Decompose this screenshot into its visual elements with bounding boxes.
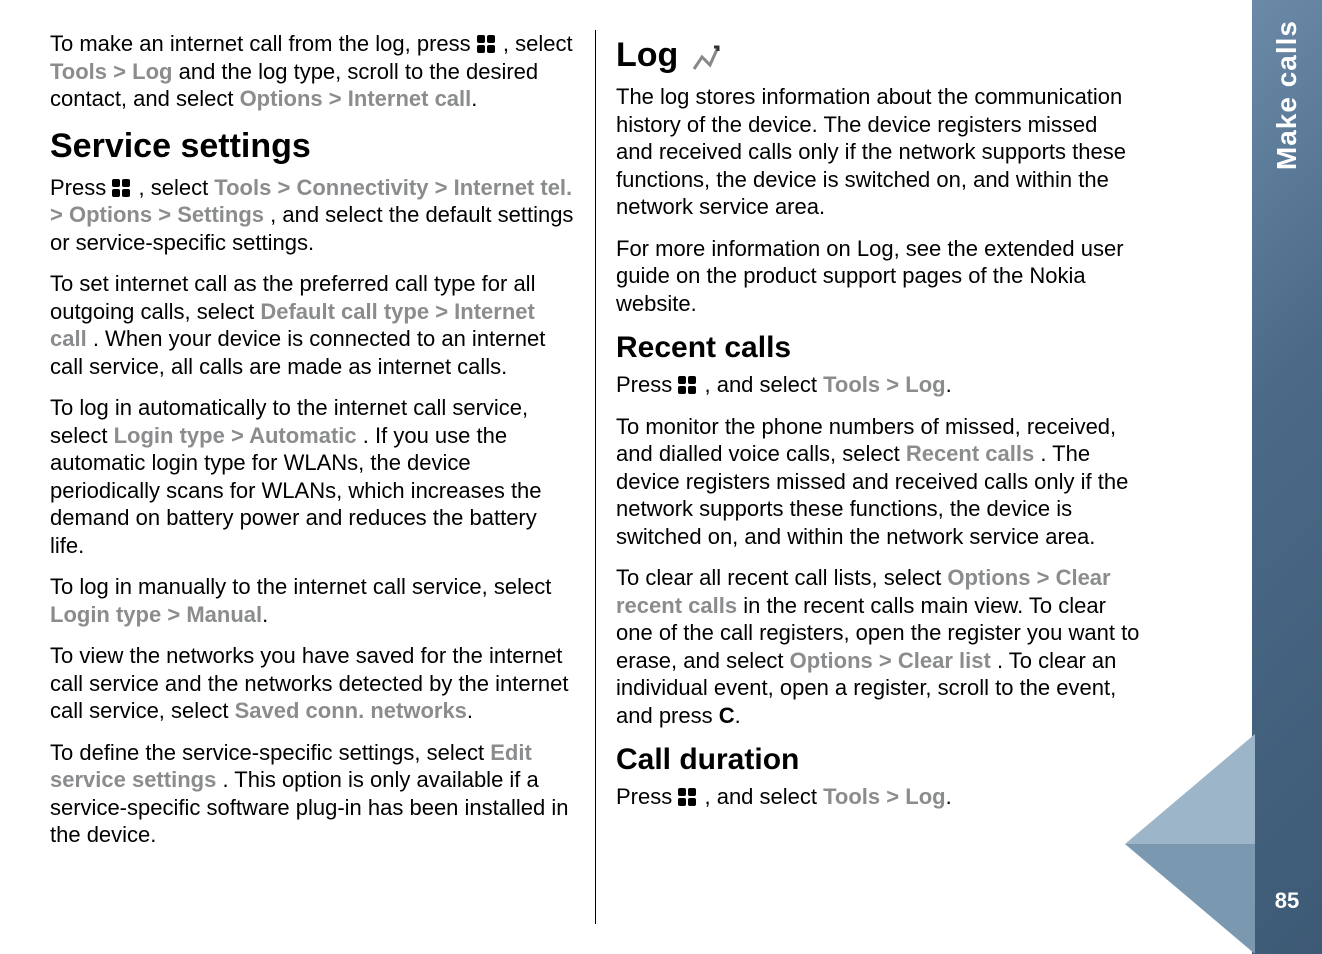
text: Press: [616, 784, 678, 809]
text: Press: [50, 175, 112, 200]
key-c: C: [719, 703, 735, 728]
ui-label-options: Options: [790, 648, 873, 673]
ui-label-clear-list: Clear list: [898, 648, 991, 673]
paragraph-recent-calls-path: Press , and select Tools > Log.: [616, 371, 1140, 399]
separator: >: [329, 86, 348, 111]
ui-label-default-call-type: Default call type: [260, 299, 429, 324]
text: To log in manually to the internet call …: [50, 574, 551, 599]
ui-label-options: Options: [69, 202, 152, 227]
menu-key-icon: [678, 376, 698, 396]
separator: >: [231, 423, 249, 448]
heading-recent-calls: Recent calls: [616, 331, 1140, 365]
paragraph-login-manual: To log in manually to the internet call …: [50, 573, 575, 628]
log-app-icon: [688, 39, 724, 75]
separator: >: [50, 202, 69, 227]
text: To define the service-specific settings,…: [50, 740, 490, 765]
separator: >: [886, 372, 905, 397]
ui-label-login-type: Login type: [114, 423, 225, 448]
ui-label-log: Log: [905, 784, 945, 809]
paragraph-log-more-info: For more information on Log, see the ext…: [616, 235, 1140, 318]
text: , and select: [704, 784, 823, 809]
ui-label-internet-tel: Internet tel.: [454, 175, 573, 200]
ui-label-options: Options: [947, 565, 1030, 590]
separator: >: [113, 59, 132, 84]
separator: >: [167, 602, 186, 627]
ui-label-automatic: Automatic: [249, 423, 357, 448]
page-content: To make an internet call from the log, p…: [0, 0, 1252, 954]
separator: >: [1037, 565, 1056, 590]
ui-label-log: Log: [905, 372, 945, 397]
left-column: To make an internet call from the log, p…: [50, 30, 595, 924]
ui-label-connectivity: Connectivity: [296, 175, 428, 200]
paragraph-internet-call-from-log: To make an internet call from the log, p…: [50, 30, 575, 113]
ui-label-manual: Manual: [186, 602, 262, 627]
text: Press: [616, 372, 678, 397]
separator: >: [435, 175, 454, 200]
ui-label-options: Options: [240, 86, 323, 111]
ui-label-internet-call: Internet call: [348, 86, 471, 111]
ui-label-tools: Tools: [50, 59, 107, 84]
text: To clear all recent call lists, select: [616, 565, 947, 590]
right-column: Log The log stores information about the…: [595, 30, 1140, 924]
menu-key-icon: [112, 179, 132, 199]
text: . When your device is connected to an in…: [50, 326, 545, 379]
separator: >: [277, 175, 296, 200]
ui-label-recent-calls: Recent calls: [906, 441, 1034, 466]
ui-label-saved-conn-networks: Saved conn. networks: [235, 698, 467, 723]
text: , and select: [704, 372, 823, 397]
paragraph-login-automatic: To log in automatically to the internet …: [50, 394, 575, 559]
paragraph-clear-recent-calls: To clear all recent call lists, select O…: [616, 564, 1140, 729]
separator: >: [886, 784, 905, 809]
paragraph-recent-calls-monitor: To monitor the phone numbers of missed, …: [616, 413, 1140, 551]
menu-key-icon: [477, 35, 497, 55]
page-number: 85: [1275, 888, 1299, 914]
paragraph-call-duration-path: Press , and select Tools > Log.: [616, 783, 1140, 811]
side-tab-label: Make calls: [1271, 20, 1303, 170]
paragraph-saved-networks: To view the networks you have saved for …: [50, 642, 575, 725]
side-tab: Make calls 85: [1252, 0, 1322, 954]
ui-label-tools: Tools: [823, 784, 880, 809]
paragraph-edit-service-settings: To define the service-specific settings,…: [50, 739, 575, 849]
text: , select: [503, 31, 573, 56]
ui-label-tools: Tools: [823, 372, 880, 397]
heading-text: Log: [616, 36, 678, 74]
menu-key-icon: [678, 788, 698, 808]
ui-label-login-type: Login type: [50, 602, 161, 627]
heading-service-settings: Service settings: [50, 127, 575, 166]
separator: >: [158, 202, 177, 227]
ui-label-log: Log: [132, 59, 172, 84]
text: , select: [138, 175, 214, 200]
heading-call-duration: Call duration: [616, 743, 1140, 777]
heading-log: Log: [616, 36, 1140, 75]
paragraph-log-description: The log stores information about the com…: [616, 83, 1140, 221]
separator: >: [435, 299, 454, 324]
ui-label-tools: Tools: [214, 175, 271, 200]
paragraph-service-settings-path: Press , select Tools > Connectivity > In…: [50, 174, 575, 257]
ui-label-settings: Settings: [177, 202, 264, 227]
separator: >: [879, 648, 898, 673]
paragraph-default-call-type: To set internet call as the preferred ca…: [50, 270, 575, 380]
text: To make an internet call from the log, p…: [50, 31, 477, 56]
